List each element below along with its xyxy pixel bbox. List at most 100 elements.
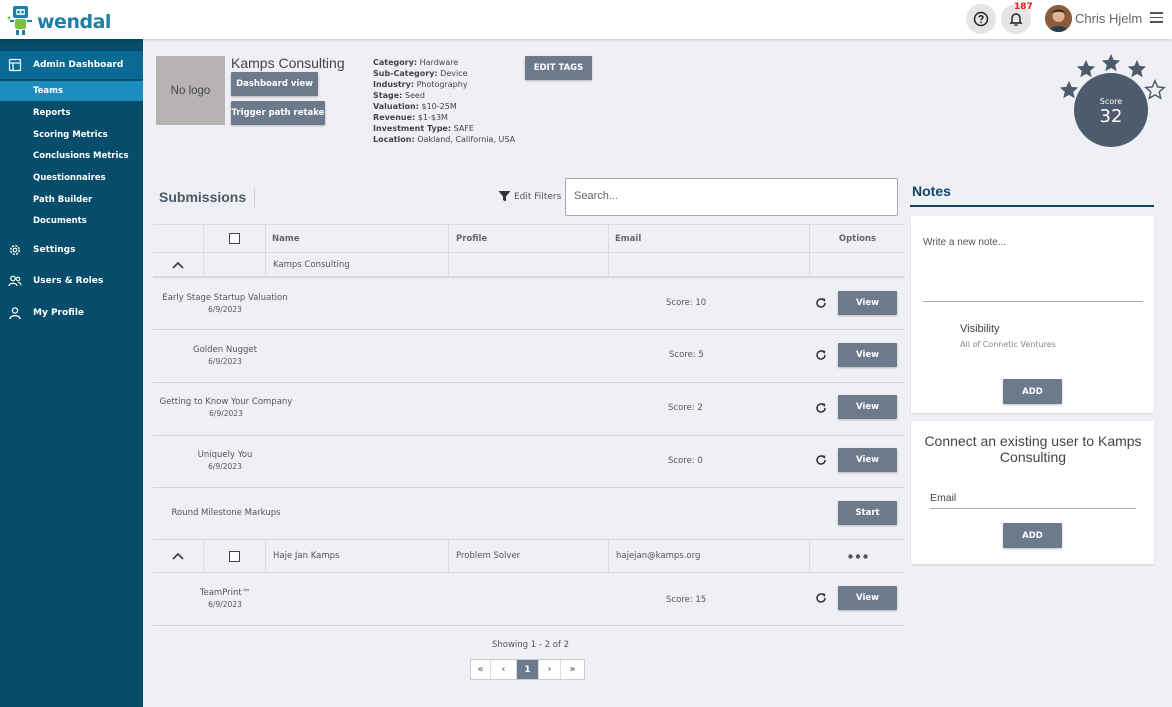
row-checkbox[interactable] (229, 550, 240, 562)
notifications-button[interactable]: 187 (1001, 2, 1033, 34)
sidebar-item-label: Reports (33, 108, 71, 118)
view-button[interactable]: View (838, 448, 897, 472)
more-options-button[interactable] (810, 540, 905, 572)
hamburger-menu-icon[interactable] (1150, 12, 1163, 23)
submission-row: Early Stage Startup Valuation 6/9/2023 S… (153, 277, 905, 330)
view-button[interactable]: View (838, 586, 897, 610)
submission-name: Getting to Know Your Company 6/9/2023 (159, 397, 293, 418)
sidebar-item-documents[interactable]: Documents (0, 211, 143, 231)
view-button[interactable]: View (838, 395, 897, 419)
star-filled-icon (1101, 53, 1121, 72)
retake-icon[interactable] (815, 592, 827, 604)
sidebar-item-label: Scoring Metrics (33, 130, 108, 140)
add-user-button[interactable]: ADD (1003, 523, 1062, 548)
retake-icon[interactable] (815, 454, 827, 466)
detail-row: Location: Oakland, California, USA (373, 135, 516, 144)
start-button[interactable]: Start (838, 501, 897, 525)
first-page-button[interactable]: « (471, 660, 491, 679)
sidebar-item-label: Users & Roles (33, 276, 104, 286)
submission-name: TeamPrint™ 6/9/2023 (160, 588, 290, 610)
column-header-email[interactable]: Email (609, 225, 810, 252)
sidebar-item-conclusions-metrics[interactable]: Conclusions Metrics (0, 146, 143, 166)
last-page-button[interactable]: » (561, 660, 584, 679)
company-name: Kamps Consulting (231, 55, 345, 71)
row-email: hajejan@kamps.org (609, 540, 810, 572)
submission-score: Score: 0 (668, 456, 703, 466)
dashboard-icon (8, 58, 22, 72)
next-page-button[interactable]: › (539, 660, 561, 679)
retake-icon[interactable] (815, 349, 827, 361)
sidebar-item-my-profile[interactable]: My Profile (0, 299, 143, 327)
note-input[interactable]: Write a new note... (923, 237, 1143, 302)
question-icon (973, 11, 989, 27)
submission-row: Round Milestone Markups Start (153, 488, 905, 540)
submission-name: Round Milestone Markups (171, 508, 281, 518)
sidebar-item-admin-dashboard[interactable]: Admin Dashboard (0, 51, 143, 79)
sidebar-item-reports[interactable]: Reports (0, 103, 143, 123)
header-cell (204, 225, 266, 252)
sidebar-item-label: Teams (33, 86, 64, 96)
row-profile: Problem Solver (449, 540, 609, 572)
bell-icon (1009, 13, 1023, 26)
submission-score: Score: 2 (668, 403, 703, 413)
add-note-button[interactable]: ADD (1003, 379, 1062, 404)
notes-title: Notes (912, 183, 951, 199)
view-button[interactable]: View (838, 343, 897, 367)
sidebar-item-path-builder[interactable]: Path Builder (0, 190, 143, 210)
help-button[interactable] (966, 4, 996, 34)
column-header-options: Options (838, 233, 877, 244)
submission-row: Uniquely You 6/9/2023 Score: 0 View (153, 436, 905, 488)
sidebar-item-label: Path Builder (33, 195, 93, 205)
company-logo-placeholder: No logo (156, 56, 225, 125)
edit-tags-button[interactable]: EDIT TAGS (525, 56, 592, 80)
page-1-button[interactable]: 1 (517, 660, 539, 679)
detail-row: Revenue: $1-$3M (373, 113, 448, 122)
row-profile (449, 253, 609, 276)
avatar-image (1045, 5, 1072, 32)
sidebar-item-teams[interactable]: Teams (0, 81, 143, 101)
row-options (810, 253, 905, 276)
prev-page-button[interactable]: ‹ (491, 660, 517, 679)
user-name[interactable]: Chris Hjelm (1075, 11, 1142, 26)
connect-user-title: Connect an existing user to Kamps Consul… (924, 433, 1142, 465)
avatar[interactable] (1045, 5, 1072, 32)
trigger-path-retake-button[interactable]: Trigger path retake (231, 101, 325, 125)
select-all-checkbox[interactable] (229, 233, 240, 244)
chevron-up-icon (172, 552, 184, 560)
detail-row: Sub-Category: Device (373, 69, 468, 78)
notification-count-badge: 187 (1014, 2, 1033, 12)
detail-row: Industry: Photography (373, 80, 468, 89)
sidebar-item-users-roles[interactable]: Users & Roles (0, 267, 143, 295)
retake-icon[interactable] (815, 297, 827, 309)
wendal-logo[interactable]: wendal (6, 4, 111, 36)
robot-logo-icon (7, 6, 32, 35)
retake-icon[interactable] (815, 402, 827, 414)
column-header-name[interactable]: Name (266, 225, 449, 252)
collapse-button[interactable] (153, 540, 204, 572)
email-field[interactable]: Email (930, 492, 1136, 509)
submission-date: 6/9/2023 (208, 600, 242, 609)
sidebar-item-settings[interactable]: Settings (0, 236, 143, 264)
collapse-button[interactable] (153, 253, 204, 276)
visibility-select[interactable]: All of Connetic Ventures (960, 340, 1056, 349)
top-bar: wendal 187 Chris Hjelm (0, 0, 1172, 39)
submission-date: 6/9/2023 (208, 462, 242, 471)
sidebar-item-label: Settings (33, 245, 76, 255)
score-value: 32 (1099, 106, 1123, 127)
submission-score: Score: 5 (669, 350, 704, 360)
visibility-label: Visibility (960, 323, 1000, 335)
users-icon (8, 275, 22, 287)
dashboard-view-button[interactable]: Dashboard view (231, 72, 318, 96)
view-button[interactable]: View (838, 291, 897, 315)
sidebar-item-questionnaires[interactable]: Questionnaires (0, 168, 143, 188)
search-input[interactable]: Search... (565, 178, 898, 216)
edit-filters-button[interactable]: Edit Filters (498, 190, 561, 203)
sidebar-item-label: Conclusions Metrics (33, 151, 129, 161)
column-header-profile[interactable]: Profile (449, 225, 609, 252)
sidebar-item-scoring-metrics[interactable]: Scoring Metrics (0, 125, 143, 145)
row-name: Kamps Consulting (266, 253, 449, 276)
submission-row: Getting to Know Your Company 6/9/2023 Sc… (153, 383, 905, 436)
detail-row: Valuation: $10-25M (373, 102, 457, 111)
sidebar-item-label: Questionnaires (33, 173, 106, 183)
chevron-up-icon (172, 261, 184, 269)
